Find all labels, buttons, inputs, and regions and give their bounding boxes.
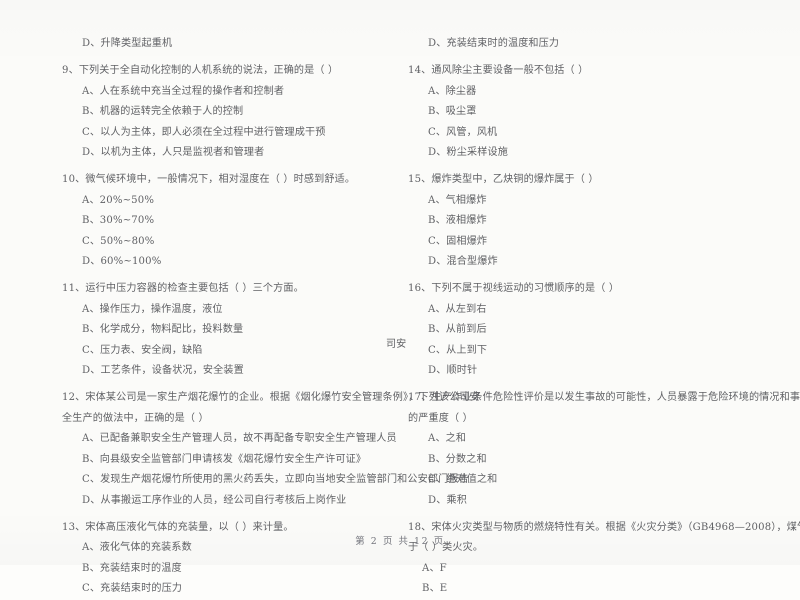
question-11-option-c[interactable]: C、压力表、安全阀，缺陷 — [62, 341, 392, 362]
question-18-option-a[interactable]: A、F — [408, 559, 754, 580]
question-11-option-d[interactable]: D、工艺条件，设备状况，安全装置 — [62, 361, 392, 382]
question-15-stem: 15、爆炸类型中，乙炔铜的爆炸属于（ ） — [408, 174, 599, 185]
question-10-option-d[interactable]: D、60%~100% — [62, 252, 392, 273]
question-14-stem: 14、通风除尘主要设备一般不包括（ ） — [408, 65, 589, 76]
question-10-option-c[interactable]: C、50%~80% — [62, 232, 392, 253]
question-9-stem: 9、下列关于全自动化控制的人机系统的说法，正确的是（ ） — [62, 65, 339, 76]
question-15-option-d[interactable]: D、混合型爆炸 — [408, 252, 754, 273]
question-16-option-d[interactable]: D、顺时针 — [408, 361, 754, 382]
question-16-option-a[interactable]: A、从左到右 — [408, 300, 754, 321]
question-15: 15、爆炸类型中，乙炔铜的爆炸属于（ ） A、气相爆炸 B、液相爆炸 C、固相爆… — [408, 170, 754, 273]
question-10-stem: 10、微气候环境中，一般情况下，相对湿度在（ ）时感到舒适。 — [62, 174, 356, 185]
question-10-option-b[interactable]: B、30%~70% — [62, 211, 392, 232]
question-15-option-b[interactable]: B、液相爆炸 — [408, 211, 754, 232]
question-12-stem-line2: 全生产的做法中，正确的是（ ） — [62, 412, 209, 424]
question-17-option-a[interactable]: A、之和 — [408, 429, 754, 450]
question-13: 13、宋体高压液化气体的充装量，以（ ）来计量。 A、液化气体的充装系数 B、充… — [62, 518, 392, 600]
question-17-option-b[interactable]: B、分数之和 — [408, 450, 754, 471]
question-17-option-d[interactable]: D、乘积 — [408, 491, 754, 512]
question-14-option-c[interactable]: C、风管，风机 — [408, 123, 754, 144]
question-12-option-b[interactable]: B、向县级安全监管部门申请核发《烟花爆竹安全生产许可证》 — [62, 450, 392, 471]
question-17-stem-line2: 的严重度（ ） — [408, 412, 473, 424]
question-9-option-b[interactable]: B、机器的运转完全依赖于人的控制 — [62, 102, 392, 123]
question-17-option-c[interactable]: C、绝对值之和 — [408, 470, 754, 491]
orphan-option-right: D、充装结束时的温度和压力 — [428, 38, 560, 49]
question-12: 12、宋体某公司是一家生产烟花爆竹的企业。根据《烟化爆竹安全管理条例》，下列该公… — [62, 388, 480, 512]
question-12-option-d[interactable]: D、从事搬运工序作业的人员，经公司自行考核后上岗作业 — [62, 491, 392, 512]
page-footer: 第 2 页 共 12 页 — [355, 536, 445, 547]
question-18: 18、宋体火灾类型与物质的燃烧特性有关。根据《火灾分类》（GB4968—2008… — [408, 518, 800, 600]
question-15-option-a[interactable]: A、气相爆炸 — [408, 191, 754, 212]
question-12-stem: 12、宋体某公司是一家生产烟花爆竹的企业。根据《烟化爆竹安全管理条例》，下列该公… — [62, 392, 480, 403]
question-16: 16、下列不属于视线运动的习惯顺序的是（ ） A、从左到右 B、从前到后 C、从… — [408, 279, 754, 382]
question-14-option-d[interactable]: D、粉尘采样设施 — [408, 143, 754, 164]
two-column-body: D、升降类型起重机 9、下列关于全自动化控制的人机系统的说法，正确的是（ ） A… — [0, 34, 800, 594]
question-13-option-b[interactable]: B、充装结束时的温度 — [62, 559, 392, 580]
question-10-option-a[interactable]: A、20%~50% — [62, 191, 392, 212]
question-17: 17、生产作业条件危险性评价是以发生事故的可能性，人员暴露于危险环境的情况和事故… — [408, 388, 800, 512]
left-column: D、升降类型起重机 9、下列关于全自动化控制的人机系统的说法，正确的是（ ） A… — [0, 34, 480, 594]
question-18-option-b[interactable]: B、E — [408, 579, 754, 600]
question-17-stem: 17、生产作业条件危险性评价是以发生事故的可能性，人员暴露于危险环境的情况和事故… — [408, 392, 800, 403]
question-11: 11、运行中压力容器的检查主要包括（ ）三个方面。 A、操作压力，操作温度，液位… — [62, 279, 392, 382]
question-9-option-a[interactable]: A、人在系统中充当全过程的操作者和控制者 — [62, 82, 392, 103]
question-12-option-c[interactable]: C、发现生产烟花爆竹所使用的黑火药丢失，立即向当地安全监管部门和公安部门报告 — [62, 470, 469, 491]
question-12-option-a[interactable]: A、已配备兼职安全生产管理人员，故不再配备专职安全生产管理人员 — [62, 429, 397, 450]
question-11-option-b[interactable]: B、化学成分，物料配比，投料数量 — [62, 320, 392, 341]
question-16-option-c[interactable]: C、从上到下 — [408, 341, 754, 362]
question-9-option-c[interactable]: C、以人为主体，即人必须在全过程中进行管理成干预 — [62, 123, 392, 144]
question-16-stem: 16、下列不属于视线运动的习惯顺序的是（ ） — [408, 283, 620, 294]
question-10: 10、微气候环境中，一般情况下，相对湿度在（ ）时感到舒适。 A、20%~50%… — [62, 170, 392, 273]
question-14-option-b[interactable]: B、吸尘罩 — [408, 102, 754, 123]
question-16-option-b[interactable]: B、从前到后 — [408, 320, 754, 341]
question-9: 9、下列关于全自动化控制的人机系统的说法，正确的是（ ） A、人在系统中充当全过… — [62, 61, 392, 164]
question-13-option-c[interactable]: C、充装结束时的压力 — [62, 579, 392, 600]
question-11-option-a[interactable]: A、操作压力，操作温度，液位 — [62, 300, 392, 321]
question-15-option-c[interactable]: C、固相爆炸 — [408, 232, 754, 253]
orphan-option-left: D、升降类型起重机 — [82, 38, 173, 49]
gutter-text-fragment: 司安 — [386, 339, 407, 350]
question-14-option-a[interactable]: A、除尘器 — [408, 82, 754, 103]
question-11-stem: 11、运行中压力容器的检查主要包括（ ）三个方面。 — [62, 283, 304, 294]
question-14: 14、通风除尘主要设备一般不包括（ ） A、除尘器 B、吸尘罩 C、风管，风机 … — [408, 61, 754, 164]
question-9-option-d[interactable]: D、以机为主体，人只是监视者和管理者 — [62, 143, 392, 164]
right-column: D、充装结束时的温度和压力 14、通风除尘主要设备一般不包括（ ） A、除尘器 … — [386, 34, 800, 594]
exam-page: D、升降类型起重机 9、下列关于全自动化控制的人机系统的说法，正确的是（ ） A… — [0, 0, 800, 594]
